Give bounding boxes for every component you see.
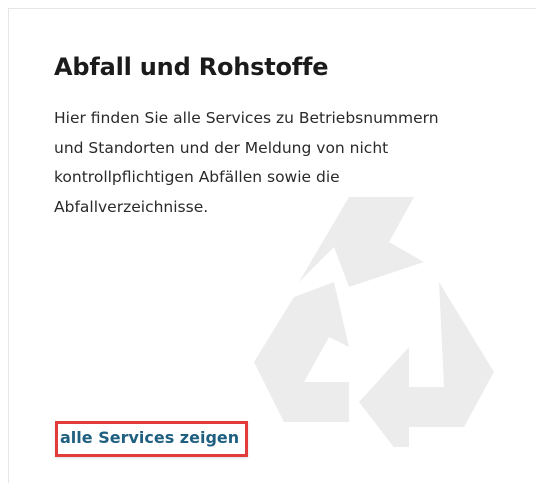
description-line: Abfallverzeichnisse. bbox=[54, 197, 209, 216]
card-title: Abfall und Rohstoffe bbox=[54, 53, 329, 81]
all-services-link[interactable]: alle Services zeigen bbox=[55, 421, 249, 457]
description-line: und Standorten und der Meldung von nicht bbox=[54, 138, 389, 157]
service-card: Abfall und Rohstoffe Hier finden Sie all… bbox=[8, 8, 536, 483]
description-line: kontrollpflichtigen Abfällen sowie die bbox=[54, 168, 340, 186]
recycle-icon bbox=[254, 197, 494, 447]
page: Abfall und Rohstoffe Hier finden Sie all… bbox=[0, 0, 536, 483]
card-description: Hier finden Sie alle Services zu Betrieb… bbox=[54, 104, 499, 222]
description-line: Hier finden Sie alle Services zu Betrieb… bbox=[54, 109, 439, 127]
